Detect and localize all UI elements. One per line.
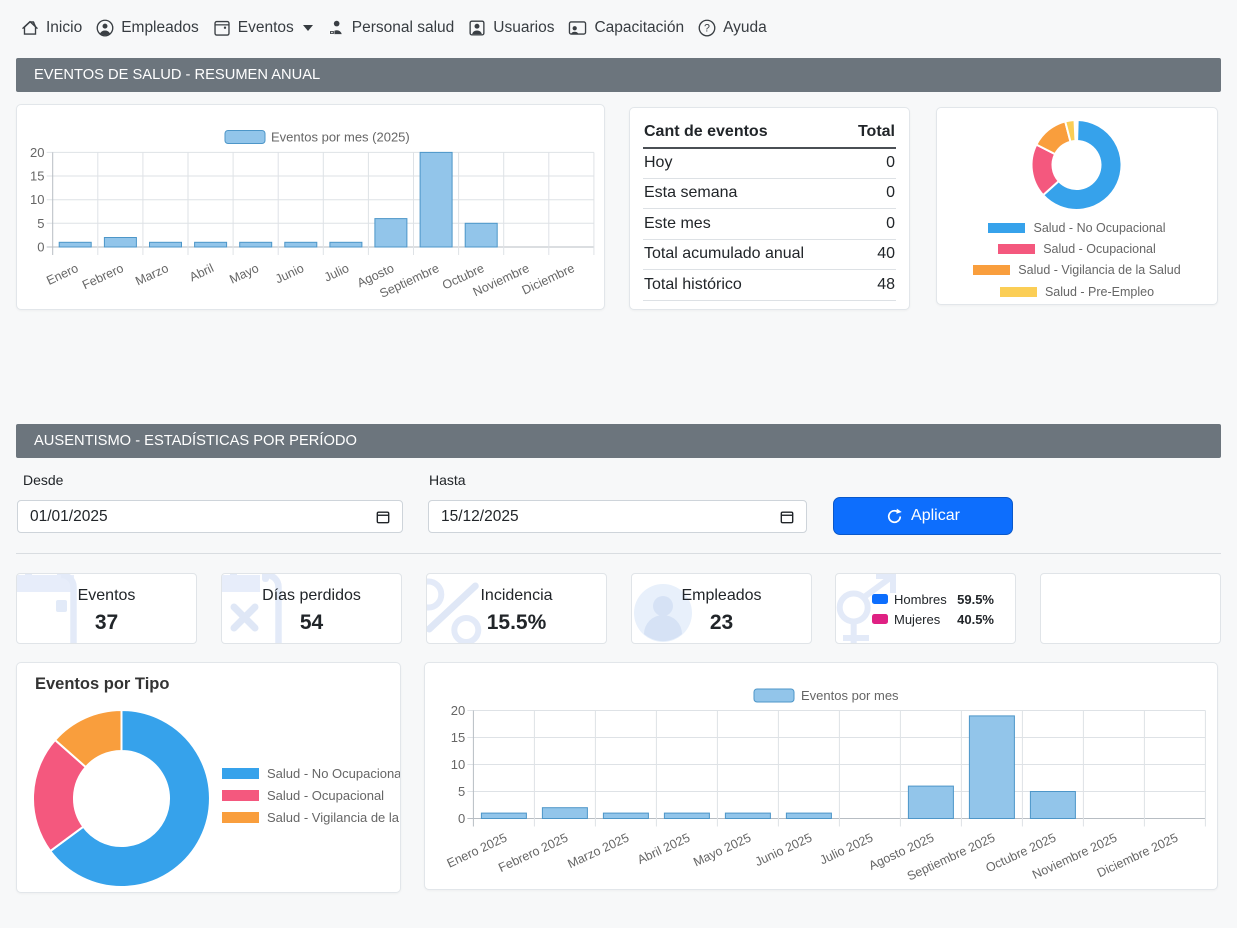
svg-text:15: 15 <box>451 730 465 745</box>
svg-text:5: 5 <box>37 216 44 231</box>
svg-text:15: 15 <box>30 169 44 184</box>
svg-text:10: 10 <box>451 757 465 772</box>
svg-text:Diciembre: Diciembre <box>520 261 577 297</box>
svg-text:?: ? <box>704 23 710 35</box>
svg-text:Mayo: Mayo <box>227 261 261 287</box>
svg-text:5: 5 <box>458 784 465 799</box>
svg-text:Enero: Enero <box>44 261 80 288</box>
svg-text:0: 0 <box>37 240 44 255</box>
svg-text:20: 20 <box>451 703 465 718</box>
svg-text:Junio: Junio <box>273 261 306 286</box>
svg-text:Marzo: Marzo <box>133 261 170 288</box>
svg-text:Julio: Julio <box>322 261 351 285</box>
svg-text:Marzo 2025: Marzo 2025 <box>565 831 631 872</box>
svg-text:Mayo 2025: Mayo 2025 <box>691 831 753 870</box>
svg-text:0: 0 <box>458 811 465 826</box>
svg-text:Eventos por mes (2025): Eventos por mes (2025) <box>271 130 410 145</box>
svg-text:20: 20 <box>30 145 44 160</box>
svg-text:Eventos por mes: Eventos por mes <box>801 688 899 703</box>
svg-text:Abril 2025: Abril 2025 <box>635 831 692 867</box>
svg-text:10: 10 <box>30 192 44 207</box>
svg-text:Junio 2025: Junio 2025 <box>753 831 814 870</box>
svg-text:Febrero 2025: Febrero 2025 <box>496 831 570 875</box>
svg-text:Abril: Abril <box>187 261 216 284</box>
svg-text:Febrero: Febrero <box>80 261 126 292</box>
